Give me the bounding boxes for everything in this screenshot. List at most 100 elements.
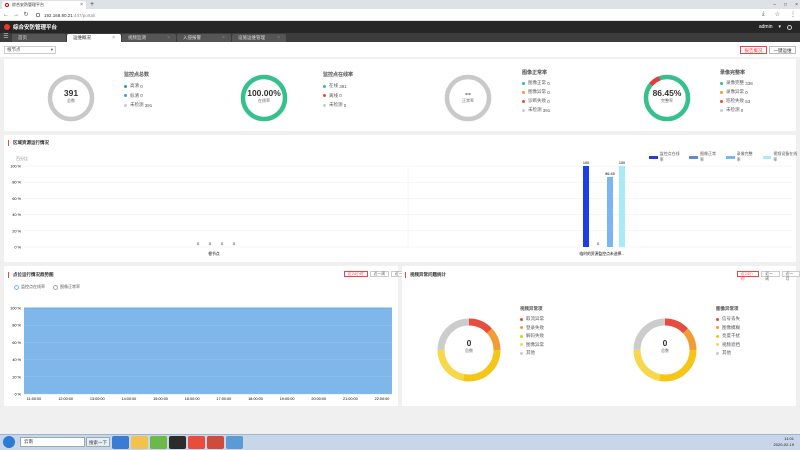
online-stat: 监控点在线率 在线 391 离线 0 未检测 0 xyxy=(323,72,354,108)
video-fault-center: 0 总数 xyxy=(434,338,504,354)
settings-icon[interactable] xyxy=(226,436,243,449)
menu-dots-icon[interactable]: ⋮ xyxy=(790,11,796,19)
taskbar-search-input[interactable]: 云南 xyxy=(20,437,85,447)
chrome-icon[interactable] xyxy=(188,436,205,449)
close-window-icon[interactable]: × xyxy=(795,2,798,8)
region-bar-label: 0 xyxy=(209,242,211,246)
tab-video-monitor[interactable]: 视频监测 × xyxy=(122,34,176,42)
trend-x-tick: 14:00:00 xyxy=(122,397,137,401)
recording-stat: 录像完整率 录像完整 338 录像异常 0 巡检失败 53 未检测 0 xyxy=(720,70,753,113)
reload-icon[interactable]: ↻ xyxy=(22,11,30,19)
one-click-ops-button[interactable]: 一键运维 xyxy=(769,46,796,54)
trend-x-tick: 20:00:00 xyxy=(311,397,326,401)
close-tab-icon[interactable]: × xyxy=(80,2,83,8)
region-select-value: 根节点 xyxy=(7,47,21,52)
image-fault-total: 0 xyxy=(662,338,668,348)
menu-grid-icon[interactable]: ☰ xyxy=(0,33,12,42)
tab-facility-ops[interactable]: 设施运维管理 × xyxy=(232,34,286,42)
video-fault-legend: 视频异常项 取流异常 登录失败 解码失败 图像异常 其他 xyxy=(520,306,544,355)
region-bar-label: 0 xyxy=(197,242,199,246)
download-icon[interactable]: ⤓ xyxy=(762,11,765,19)
trend-x-tick: 18:00:00 xyxy=(248,397,263,401)
fault-range-24h-button[interactable]: 近24小时 xyxy=(737,271,760,281)
media-player-icon[interactable] xyxy=(150,436,167,449)
filter-row xyxy=(0,42,800,57)
region-bar-label: 0 xyxy=(221,242,223,246)
region-panel-title: 区域资源运行情况 xyxy=(8,140,49,146)
cameras-total: 391 xyxy=(63,88,79,98)
start-button[interactable] xyxy=(3,436,15,448)
taskbar-search-button[interactable]: 搜索一下 xyxy=(86,437,110,447)
forward-icon[interactable]: → xyxy=(12,11,20,19)
url-field[interactable]: 192.168.80.21 :447/portal/ xyxy=(36,11,736,19)
star-icon[interactable]: ☆ xyxy=(775,11,780,19)
region-bar-label: 0 xyxy=(597,242,599,246)
tab-home[interactable]: 首页 xyxy=(12,34,66,42)
image-fault-legend: 图像异常项 信号丢失 图像模糊 亮度干扰 视频遮挡 其他 xyxy=(716,306,740,355)
video-fault-unit: 总数 xyxy=(465,348,473,353)
trend-y-tick: 40 % xyxy=(12,358,21,362)
recording-rate-unit: 完整率 xyxy=(661,98,673,103)
minimize-icon[interactable]: – xyxy=(773,2,776,8)
close-icon[interactable]: × xyxy=(277,35,280,41)
window-controls: – □ × xyxy=(773,0,798,9)
taskbar-clock[interactable]: 11:01 2020-02-19 xyxy=(774,436,794,448)
trend-x-tick: 19:00:00 xyxy=(280,397,295,401)
chevron-down-icon[interactable]: ▾ xyxy=(778,24,781,30)
trend-area-chart: 100 % 80 % 60 % 40 % 20 % 0 % 11:00:00 12:00:00… xyxy=(10,307,392,401)
trend-legend: 监控点在线率 图像正常率 xyxy=(14,284,80,290)
close-icon[interactable]: × xyxy=(112,35,115,41)
trend-y-tick: 60 % xyxy=(12,341,21,345)
image-ring-center: -- 正常率 xyxy=(443,88,493,104)
trend-x-tick: 15:00:00 xyxy=(153,397,168,401)
range-24h-button[interactable]: 近24小时 xyxy=(344,271,368,277)
online-rate: 100.00% xyxy=(247,88,281,98)
image-stat: 图像正常率 图像正常 0 图像异常 0 诊断失败 0 未检测 391 xyxy=(522,70,551,113)
site-info-icon[interactable] xyxy=(36,13,40,17)
ie-icon[interactable] xyxy=(112,436,129,449)
trend-x-tick: 16:00:00 xyxy=(185,397,200,401)
region-select[interactable]: 根节点 ▾ xyxy=(4,46,56,54)
fault-range-buttons: 近24小时 近一周 近一月 xyxy=(737,271,800,281)
folder-icon[interactable] xyxy=(131,436,148,449)
report-overview-button[interactable]: 报告概况 xyxy=(740,46,767,54)
close-icon[interactable]: × xyxy=(222,35,225,41)
video-fault-title: 视频异常项 xyxy=(520,306,543,311)
app-nav-bar: ☰ 首页 运维概况 × 视频监测 × 入侵报警 × 设施运维管理 × xyxy=(0,33,800,42)
range-week-button[interactable]: 近一周 xyxy=(369,271,390,277)
region-bar-label: 100 xyxy=(583,161,589,165)
cameras-stat: 监控点总数 高清 0 标清 0 未检测 391 xyxy=(124,72,153,108)
trend-y-tick: 80 % xyxy=(12,324,21,328)
region-bar-label: 100 xyxy=(619,161,625,165)
tab-ops-overview[interactable]: 运维概况 × xyxy=(67,34,121,42)
cameras-title: 监控点总数 xyxy=(124,72,150,78)
browser-tab[interactable]: 综合安防管理平台 × xyxy=(2,1,86,9)
back-icon[interactable]: ← xyxy=(2,11,10,19)
trend-x-tick: 11:00:00 xyxy=(27,397,42,401)
image-title: 图像正常率 xyxy=(522,70,548,76)
region-y-tick: 40 % xyxy=(12,213,21,217)
recording-ring-center: 86.45% 完整率 xyxy=(642,88,692,104)
trend-x-tick: 22:00:00 xyxy=(375,397,390,401)
maximize-icon[interactable]: □ xyxy=(784,2,787,8)
trend-range-buttons: 近24小时 近一周 近一月 xyxy=(344,271,411,277)
clock-date: 2020-02-19 xyxy=(773,442,794,447)
recording-rate: 86.45% xyxy=(652,88,682,98)
image-fault-unit: 总数 xyxy=(661,348,669,353)
trend-y-tick: 20 % xyxy=(12,375,21,379)
new-tab-button[interactable]: + xyxy=(88,1,96,9)
fault-range-month-button[interactable]: 近一月 xyxy=(781,271,800,281)
app-icon[interactable] xyxy=(207,436,224,449)
close-icon[interactable]: × xyxy=(167,35,170,41)
image-fault-title: 图像异常项 xyxy=(716,306,739,311)
region-bar-label: 86.45 xyxy=(605,172,615,176)
user-name[interactable]: admin xyxy=(759,24,773,30)
fault-range-week-button[interactable]: 近一周 xyxy=(761,271,780,281)
region-y-tick: 20 % xyxy=(12,229,21,233)
user-area: admin ▾ xyxy=(759,24,792,30)
terminal-icon[interactable] xyxy=(169,436,186,449)
app-logo-icon xyxy=(4,24,10,30)
logout-icon[interactable] xyxy=(787,24,792,30)
online-title: 监控点在线率 xyxy=(323,72,354,78)
tab-intrusion-alarm[interactable]: 入侵报警 × xyxy=(177,34,231,42)
